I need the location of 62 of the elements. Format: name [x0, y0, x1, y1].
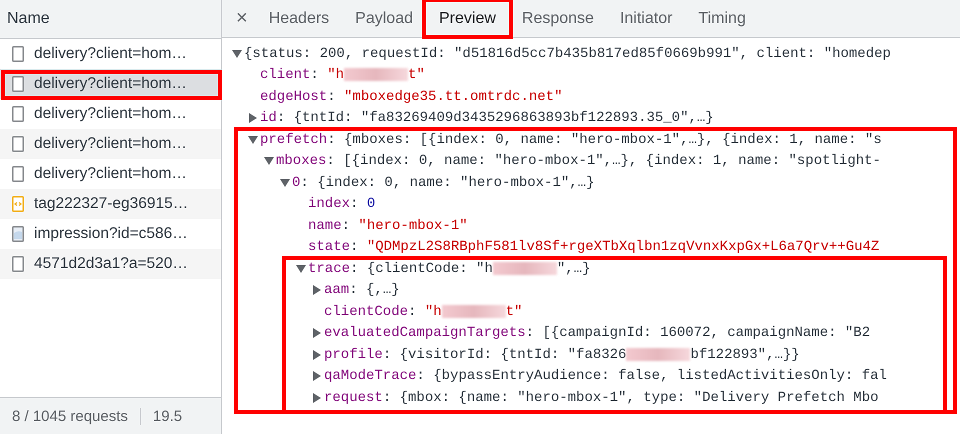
request-name: delivery?client=hom… [34, 75, 187, 93]
triangle-right-icon[interactable] [313, 285, 321, 296]
document-icon [12, 166, 24, 182]
tab[interactable]: Initiator [606, 0, 686, 37]
triangle-right-icon[interactable] [313, 328, 321, 338]
json-line: 0: {index: 0, name: "hero-mbox-1",…} [292, 174, 594, 191]
json-line: edgeHost: "mboxedge35.tt.omtrdc.net" [260, 88, 562, 105]
request-row[interactable]: tag222327-eg36915… [0, 189, 221, 219]
json-line: profile: {visitorId: {tntId: "fa8326 bf122893",…}} [324, 346, 800, 363]
triangle-down-icon[interactable] [248, 136, 258, 144]
document-icon [12, 256, 24, 272]
json-line: evaluatedCampaignTargets: [{campaignId: 160072, campaignName: "B2 [324, 325, 870, 342]
document-icon [12, 106, 24, 122]
request-name: delivery?client=hom… [34, 135, 187, 153]
request-name: delivery?client=hom… [34, 45, 187, 63]
request-row[interactable]: delivery?client=hom… [0, 39, 221, 69]
document-icon [12, 76, 24, 92]
request-name: tag222327-eg36915… [34, 195, 188, 213]
document-icon [12, 136, 24, 152]
request-row[interactable]: delivery?client=hom… [0, 69, 221, 99]
column-header[interactable]: Name [0, 0, 221, 39]
request-name: impression?id=c586… [34, 225, 188, 243]
status-text: 19.5 [140, 408, 194, 424]
json-line: aam: {,…} [324, 282, 400, 298]
triangle-down-icon[interactable] [232, 50, 242, 58]
json-line: {status: 200, requestId: "d51816d5cc7b435b817ed85f0669b991", client: "homedep [244, 46, 891, 62]
image-file-icon [12, 226, 24, 242]
json-line: index: 0 [308, 196, 376, 212]
json-line: client: "h t" [260, 67, 425, 84]
tab[interactable]: Preview [426, 0, 509, 37]
request-row[interactable]: delivery?client=hom… [0, 129, 221, 159]
json-line: prefetch: {mboxes: [{index: 0, name: "hero-mbox-1",…}, {index: 1, name: "s [260, 132, 882, 148]
close-button[interactable]: × [228, 0, 256, 37]
json-line: qaModeTrace: {bypassEntryAudience: false, listedActivitiesOnly: fal [324, 368, 887, 384]
request-row[interactable]: delivery?client=hom… [0, 159, 221, 189]
tab[interactable]: Headers [256, 0, 342, 37]
request-row[interactable]: impression?id=c586… [0, 219, 221, 249]
json-line: mboxes: [{index: 0, name: "hero-mbox-1",…}, {index: 1, name: "spotlight- [276, 153, 881, 170]
request-name: delivery?client=hom… [34, 165, 187, 183]
triangle-down-icon[interactable] [296, 264, 306, 273]
tab[interactable]: Response [508, 0, 607, 37]
request-name: 4571d2d3a1?a=520… [34, 255, 188, 273]
json-line: name: "hero-mbox-1" [308, 218, 468, 234]
triangle-down-icon[interactable] [280, 178, 290, 187]
request-name: delivery?client=hom… [34, 105, 187, 123]
json-line: request: {mbox: {name: "hero-mbox-1", type: "Delivery Prefetch Mbo [324, 390, 879, 406]
status-text: 8 / 1045 requests [11, 408, 129, 424]
json-line: clientCode: "h t" [324, 304, 522, 320]
triangle-right-icon[interactable] [249, 113, 257, 124]
request-row[interactable]: delivery?client=hom… [0, 99, 221, 129]
document-icon [12, 46, 24, 62]
tab[interactable]: Payload [342, 0, 426, 37]
triangle-right-icon[interactable] [313, 371, 321, 382]
json-line: state: "QDMpzL2S8RBphF581lv8Sf+rgeXTbXqlbn1zqVvnxKxpGx+L6a7Qrv++Gu4Z [308, 239, 880, 256]
json-line: trace: {clientCode: "h ",…} [308, 260, 590, 277]
request-row[interactable]: 4571d2d3a1?a=520… [0, 249, 221, 279]
json-line: id: {tntId: "fa83269409d3435296863893bf122893.35_0",…} [260, 110, 714, 126]
tab[interactable]: Timing [685, 0, 759, 37]
script-file-icon [12, 196, 24, 212]
triangle-right-icon[interactable] [313, 350, 321, 360]
triangle-right-icon[interactable] [313, 392, 321, 403]
triangle-down-icon[interactable] [264, 157, 274, 166]
